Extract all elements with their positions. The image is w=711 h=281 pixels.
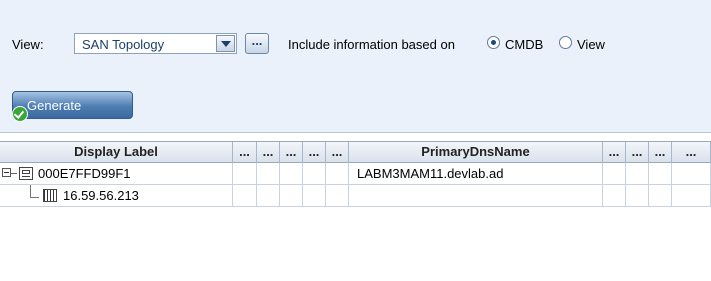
primary-dns-name-cell [349,185,603,206]
column-header-primary-dns-name[interactable]: PrimaryDnsName [349,142,603,163]
collapse-icon[interactable] [2,168,11,177]
generate-button[interactable]: Generate [12,91,133,122]
column-header[interactable]: ... [233,142,257,163]
column-header-display-label[interactable]: Display Label [0,142,233,163]
radio-view-label[interactable]: View [577,37,605,52]
radio-view[interactable] [559,36,572,49]
ip-address-icon [43,189,57,202]
table-header: Display Label ... ... ... ... ... Primar… [0,141,711,163]
toolbar: View: SAN Topology ... Include informati… [0,0,711,133]
host-icon [19,167,33,180]
primary-dns-name-cell: LABM3MAM11.devlab.ad [349,163,603,184]
radio-cmdb[interactable] [487,36,500,49]
display-label-cell: 16.59.56.213 [63,188,139,203]
column-header[interactable]: ... [649,142,672,163]
column-header[interactable]: ... [257,142,280,163]
column-header[interactable]: ... [672,142,711,163]
radio-cmdb-label[interactable]: CMDB [505,37,543,52]
table-row[interactable]: 16.59.56.213 [0,185,711,207]
column-header[interactable]: ... [303,142,326,163]
generate-button-label: Generate [27,98,82,113]
view-select[interactable]: SAN Topology [74,33,237,54]
chevron-down-icon[interactable] [216,35,235,52]
display-label-cell: 000E7FFD99F1 [38,166,131,181]
view-select-value: SAN Topology [82,37,165,52]
results-table: Display Label ... ... ... ... ... Primar… [0,141,711,281]
browse-views-button[interactable]: ... [245,33,269,54]
table-row[interactable]: 000E7FFD99F1 LABM3MAM11.devlab.ad [0,163,711,185]
view-label: View: [12,37,44,52]
check-icon [12,106,28,122]
column-header[interactable]: ... [603,142,626,163]
include-info-label: Include information based on [288,37,455,52]
column-header[interactable]: ... [326,142,349,163]
column-header[interactable]: ... [280,142,303,163]
column-header[interactable]: ... [626,142,649,163]
